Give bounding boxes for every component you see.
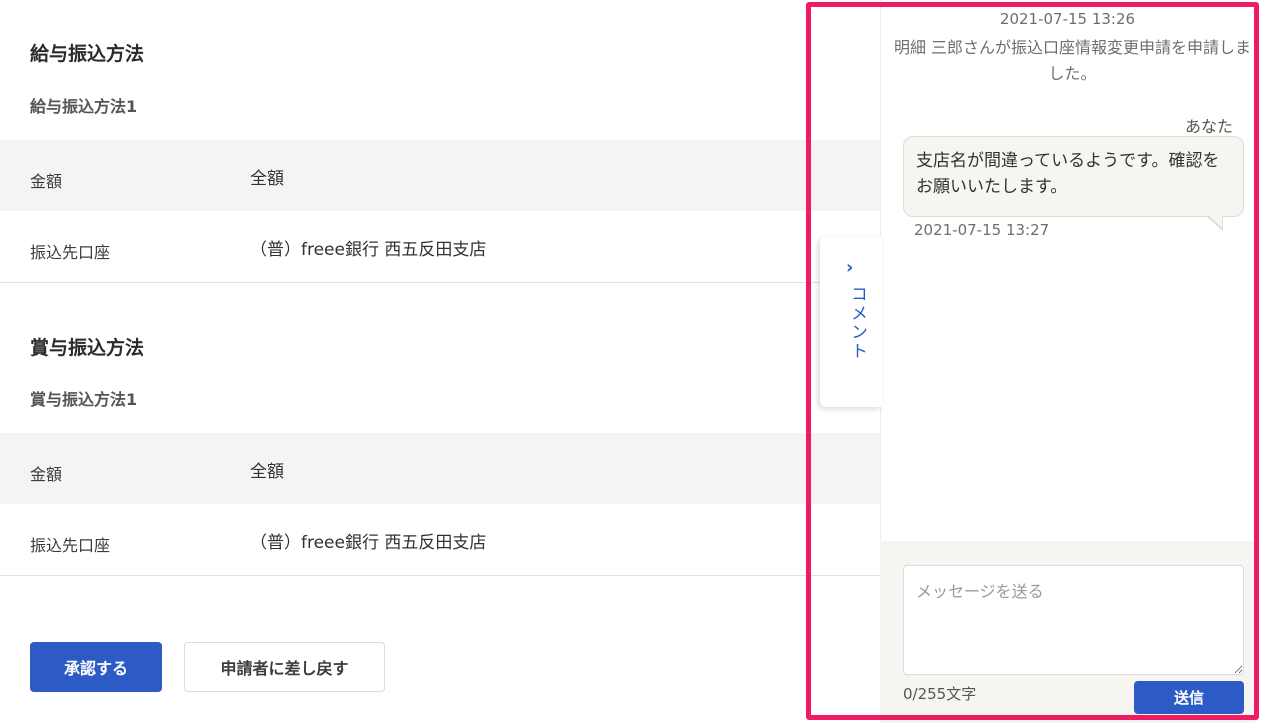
comment-tab-label: コメント xyxy=(847,285,867,361)
salary-amount-row: 金額 全額 xyxy=(0,140,880,211)
comment-bubble: 支店名が間違っているようです。確認をお願いいたします。 xyxy=(903,136,1244,217)
comment-toggle-tab[interactable]: › コメント xyxy=(820,237,882,407)
section-divider xyxy=(0,282,880,283)
system-message-time: 2021-07-15 13:26 xyxy=(999,10,1136,28)
bubble-tail-inner xyxy=(1208,215,1222,228)
comment-time: 2021-07-15 13:27 xyxy=(914,221,1050,239)
bonus-amount-row: 金額 全額 xyxy=(0,433,880,504)
character-count: 0/255文字 xyxy=(903,685,977,703)
chevron-right-icon: › xyxy=(846,257,854,278)
salary-amount-value: 全額 xyxy=(250,169,284,189)
bonus-account-value: （普）freee銀行 西五反田支店 xyxy=(250,533,487,553)
system-message: 明細 三郎さんが振込口座情報変更申請を申請しました。 xyxy=(893,38,1252,83)
salary-method-subtitle: 給与振込方法1 xyxy=(30,97,138,116)
bonus-amount-label: 金額 xyxy=(30,465,63,484)
bonus-section-title: 賞与振込方法 xyxy=(30,337,145,359)
comment-author: あなた xyxy=(1184,117,1233,136)
bonus-method-subtitle: 賞与振込方法1 xyxy=(30,390,138,409)
return-to-applicant-button[interactable]: 申請者に差し戻す xyxy=(184,642,385,692)
salary-account-row: 振込先口座 （普）freee銀行 西五反田支店 xyxy=(0,211,880,282)
message-input[interactable] xyxy=(903,565,1244,675)
salary-account-value: （普）freee銀行 西五反田支店 xyxy=(250,240,487,260)
salary-section-title: 給与振込方法 xyxy=(30,43,145,65)
salary-amount-label: 金額 xyxy=(30,172,63,191)
bonus-account-label: 振込先口座 xyxy=(30,536,111,555)
bonus-account-row: 振込先口座 （普）freee銀行 西五反田支店 xyxy=(0,504,880,575)
section-divider xyxy=(0,575,880,576)
salary-account-label: 振込先口座 xyxy=(30,243,111,262)
send-button[interactable]: 送信 xyxy=(1134,681,1244,714)
bonus-amount-value: 全額 xyxy=(250,462,284,482)
approve-button[interactable]: 承認する xyxy=(30,642,162,692)
